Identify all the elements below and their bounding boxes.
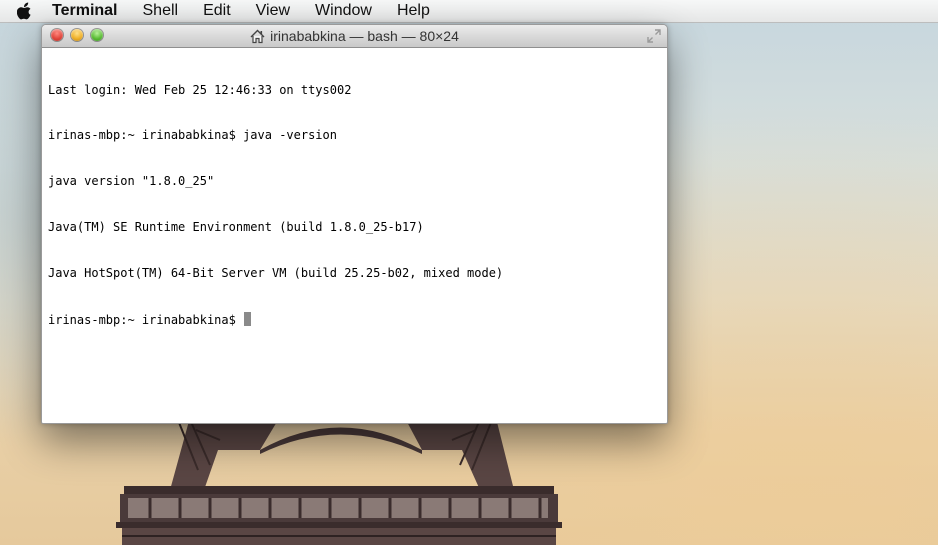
fullscreen-icon[interactable] — [647, 29, 661, 43]
apple-icon[interactable] — [16, 1, 34, 21]
terminal-line: irinas-mbp:~ irinababkina$ java -version — [48, 128, 337, 143]
eiffel-tower-image — [116, 410, 562, 545]
terminal-window[interactable]: irinababkina — bash — 80×24 Last login: … — [41, 24, 668, 424]
menu-edit[interactable]: Edit — [203, 0, 231, 22]
menu-window[interactable]: Window — [315, 0, 372, 22]
zoom-button[interactable] — [91, 29, 103, 41]
menu-shell[interactable]: Shell — [143, 0, 179, 22]
menu-help[interactable]: Help — [397, 0, 430, 22]
terminal-prompt: irinas-mbp:~ irinababkina$ — [48, 313, 244, 328]
terminal-content[interactable]: Last login: Wed Feb 25 12:46:33 on ttys0… — [42, 48, 667, 358]
terminal-line: java version "1.8.0_25" — [48, 174, 215, 189]
window-controls — [51, 29, 111, 41]
terminal-line: Java(TM) SE Runtime Environment (build 1… — [48, 220, 424, 235]
menu-bar: Terminal Shell Edit View Window Help — [0, 0, 938, 23]
terminal-line: Last login: Wed Feb 25 12:46:33 on ttys0… — [48, 82, 352, 97]
terminal-line: Java HotSpot(TM) 64-Bit Server VM (build… — [48, 266, 504, 281]
text-cursor — [244, 312, 252, 327]
menu-terminal[interactable]: Terminal — [52, 0, 118, 22]
terminal-prompt-line[interactable]: irinas-mbp:~ irinababkina$ — [48, 312, 667, 327]
close-button[interactable] — [51, 29, 63, 41]
minimize-button[interactable] — [71, 29, 83, 41]
menu-view[interactable]: View — [256, 0, 290, 22]
window-titlebar[interactable]: irinababkina — bash — 80×24 — [42, 25, 667, 48]
window-title: irinababkina — bash — 80×24 — [270, 28, 459, 44]
home-icon — [250, 29, 265, 44]
window-title-group: irinababkina — bash — 80×24 — [250, 28, 459, 44]
